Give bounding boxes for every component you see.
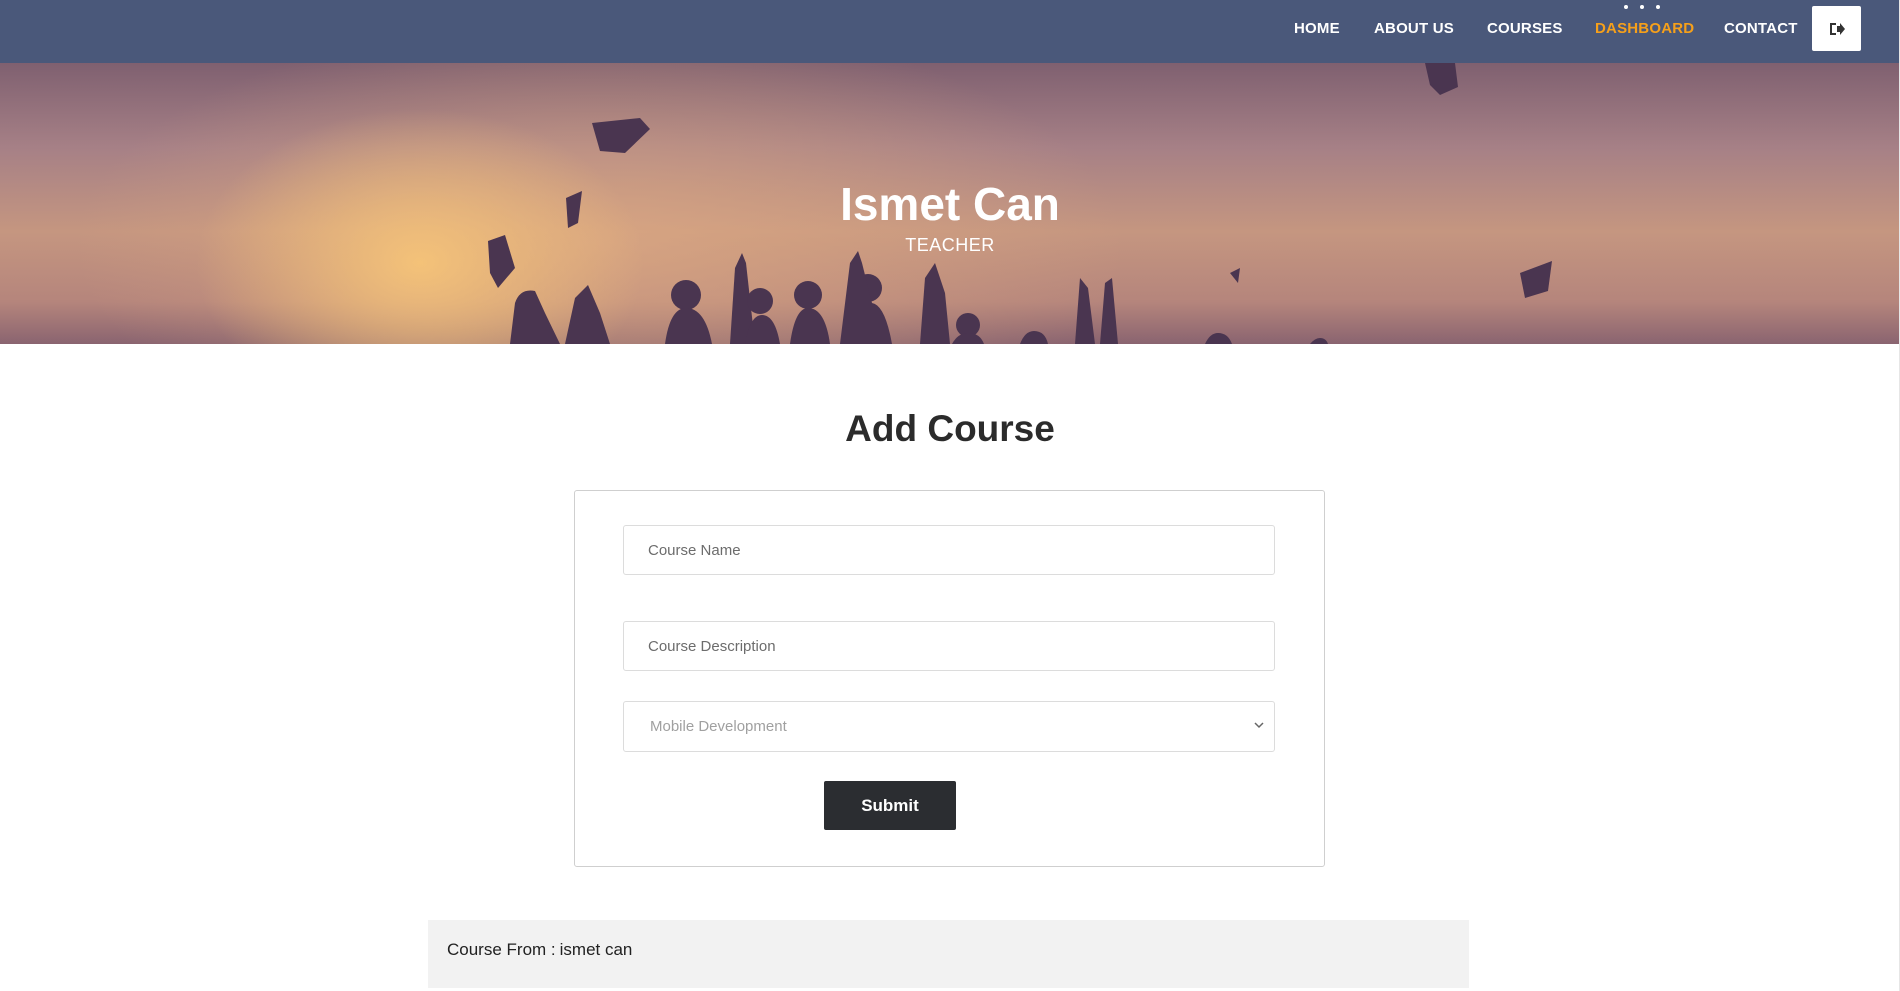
page-title: Add Course <box>845 408 1055 449</box>
add-course-form: Mobile Development Submit <box>574 490 1325 867</box>
submit-button[interactable]: Submit <box>824 781 956 830</box>
teacher-name: Ismet Can <box>840 178 1060 230</box>
active-indicator-dots <box>1622 5 1662 11</box>
top-navbar: HOME ABOUT US COURSES DASHBOARD CONTACT <box>0 0 1900 63</box>
nav-courses[interactable]: COURSES <box>1487 20 1563 37</box>
hero-banner: Ismet Can TEACHER <box>0 63 1900 344</box>
nav-about-us[interactable]: ABOUT US <box>1374 20 1454 37</box>
nav-dashboard[interactable]: DASHBOARD <box>1595 20 1694 37</box>
course-description-input[interactable] <box>623 621 1275 671</box>
course-from-text: Course From : ismet can <box>447 940 632 960</box>
category-selected-value: Mobile Development <box>650 718 787 735</box>
sign-out-icon <box>1829 22 1845 35</box>
course-list-item: Course From : ismet can <box>428 920 1469 988</box>
logout-button[interactable] <box>1812 6 1861 51</box>
course-owner-name: ismet can <box>559 940 633 959</box>
course-from-label: Course From : <box>447 940 556 959</box>
nav-contact[interactable]: CONTACT <box>1724 20 1798 37</box>
chevron-down-icon <box>1254 722 1264 729</box>
course-category-select[interactable]: Mobile Development <box>623 701 1275 752</box>
teacher-role: TEACHER <box>905 235 995 255</box>
course-name-input[interactable] <box>623 525 1275 575</box>
nav-home[interactable]: HOME <box>1294 20 1340 37</box>
